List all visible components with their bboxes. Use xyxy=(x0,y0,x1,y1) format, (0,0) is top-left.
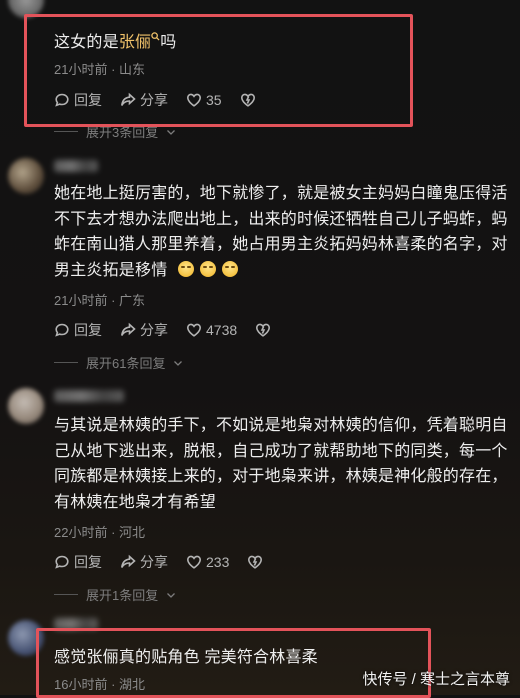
like-icon xyxy=(186,323,202,337)
username[interactable] xyxy=(54,160,98,172)
reply-button[interactable]: 回复 xyxy=(54,552,102,572)
comment-text: 她在地上挺厉害的，地下就惨了，就是被女主妈妈白瞳鬼压得活不下去才想办法爬出地上，… xyxy=(54,181,510,283)
reply-button[interactable]: 回复 xyxy=(54,320,102,340)
chevron-down-icon xyxy=(167,129,176,135)
comment-location: 广东 xyxy=(119,293,146,308)
comment-text: 与其说是林姨的手下，不如说是地枭对林姨的信仰，凭着聪明自己从地下逃出来，脱根，自… xyxy=(54,413,510,515)
expand-label: 展开1条回复 xyxy=(86,588,159,603)
laughing-crying-emoji-icon xyxy=(200,260,217,277)
highlight-box-1 xyxy=(24,14,413,127)
comment-meta: 21小时前 · 广东 xyxy=(54,290,145,309)
chevron-down-icon xyxy=(174,360,183,366)
expand-replies-button[interactable]: 展开1条回复 xyxy=(54,585,176,604)
reply-label: 回复 xyxy=(74,322,102,338)
avatar[interactable] xyxy=(8,158,44,194)
dislike-icon xyxy=(248,555,263,569)
reply-label: 回复 xyxy=(74,554,102,570)
reply-icon xyxy=(55,323,69,337)
share-icon xyxy=(121,554,136,568)
comment-actions: 回复 分享 4738 xyxy=(54,320,271,340)
divider xyxy=(54,594,78,595)
share-button[interactable]: 分享 xyxy=(120,552,168,572)
comment-time: 22小时前 xyxy=(54,525,108,540)
meta-separator: · xyxy=(107,525,120,540)
divider xyxy=(54,131,78,132)
dislike-button[interactable] xyxy=(255,322,271,338)
comment-text-body: 她在地上挺厉害的，地下就惨了，就是被女主妈妈白瞳鬼压得活不下去才想办法爬出地上，… xyxy=(54,185,508,279)
comment-meta: 22小时前 · 河北 xyxy=(54,522,145,541)
watermark: 快传号 / 寒士之言本尊 xyxy=(362,671,510,688)
share-icon xyxy=(121,322,136,336)
like-count: 4738 xyxy=(206,322,238,338)
laughing-crying-emoji-icon xyxy=(222,260,239,277)
like-icon xyxy=(186,555,202,569)
avatar[interactable] xyxy=(8,388,44,424)
expand-replies-button[interactable]: 展开61条回复 xyxy=(54,353,183,372)
divider xyxy=(54,362,78,363)
like-button[interactable]: 4738 xyxy=(186,322,237,338)
comment-time: 21小时前 xyxy=(54,293,108,308)
expand-label: 展开61条回复 xyxy=(86,356,166,371)
dislike-icon xyxy=(256,323,271,337)
reply-icon xyxy=(55,555,69,569)
dislike-button[interactable] xyxy=(247,554,263,570)
share-label: 分享 xyxy=(140,322,168,338)
comment-text-body: 与其说是林姨的手下，不如说是地枭对林姨的信仰，凭着聪明自己从地下逃出来，脱根，自… xyxy=(54,417,508,511)
like-count: 233 xyxy=(206,554,230,570)
comment-location: 河北 xyxy=(119,525,146,540)
meta-separator: · xyxy=(107,293,120,308)
share-label: 分享 xyxy=(140,554,168,570)
comment-actions: 回复 分享 233 xyxy=(54,552,263,572)
laughing-crying-emoji-icon xyxy=(178,260,195,277)
username[interactable] xyxy=(54,390,124,402)
share-button[interactable]: 分享 xyxy=(120,320,168,340)
chevron-down-icon xyxy=(167,592,176,598)
like-button[interactable]: 233 xyxy=(186,554,229,570)
